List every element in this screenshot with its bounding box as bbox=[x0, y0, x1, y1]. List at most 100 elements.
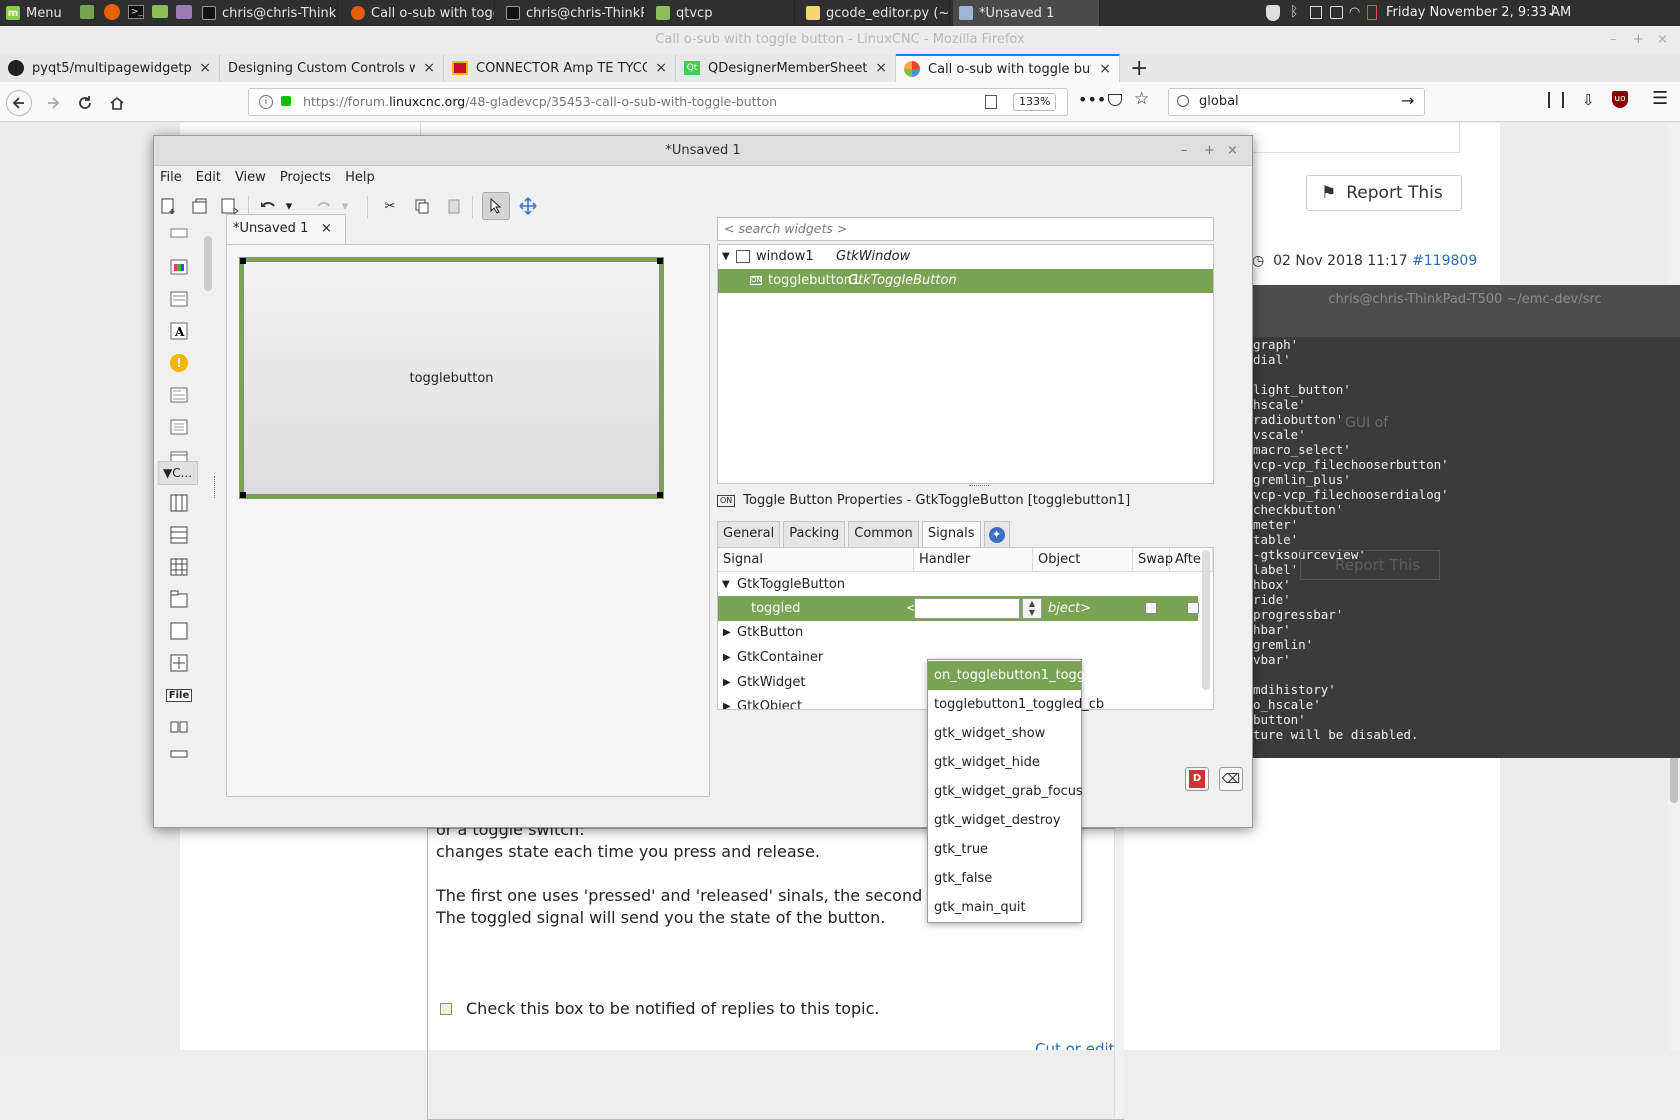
after-checkbox[interactable] bbox=[1187, 602, 1199, 614]
search-go-icon[interactable]: → bbox=[1401, 91, 1414, 110]
tab-common[interactable]: Common bbox=[848, 521, 919, 547]
pane-grip[interactable] bbox=[969, 485, 989, 488]
palette-list-icon[interactable] bbox=[166, 414, 192, 440]
page-actions-icon[interactable]: ••• bbox=[1078, 90, 1106, 109]
palette-toolbar-icon[interactable] bbox=[166, 286, 192, 312]
clock[interactable]: Friday November 2, 9:33 AM bbox=[1386, 0, 1571, 26]
palette-file-icon[interactable]: File bbox=[165, 682, 193, 708]
taskbar-item[interactable]: chris@chris-ThinkPa... bbox=[500, 0, 645, 26]
new-icon[interactable] bbox=[154, 192, 182, 220]
tab-signals[interactable]: Signals bbox=[921, 521, 981, 547]
volume-icon[interactable]: ♪ bbox=[1548, 3, 1557, 19]
window1-preview[interactable]: togglebutton bbox=[239, 257, 664, 499]
taskbar-item-active[interactable]: *Unsaved 1 bbox=[953, 0, 1100, 26]
swap-checkbox[interactable] bbox=[1145, 602, 1157, 614]
select-pointer-icon[interactable] bbox=[482, 192, 510, 220]
handler-option[interactable]: gtk_true bbox=[928, 835, 1081, 864]
tab-close-icon[interactable]: × bbox=[199, 60, 211, 76]
copy-icon[interactable] bbox=[408, 192, 436, 220]
tab-general[interactable]: General bbox=[717, 521, 781, 547]
bluetooth-icon[interactable]: ᛒ bbox=[1290, 4, 1298, 20]
menu-edit[interactable]: Edit bbox=[196, 170, 221, 185]
clear-button[interactable]: ⌫ bbox=[1219, 767, 1243, 791]
files-launcher-icon[interactable] bbox=[152, 5, 168, 18]
handler-option[interactable]: togglebutton1_toggled_cb bbox=[928, 690, 1104, 719]
handler-option[interactable]: gtk_false bbox=[928, 864, 1081, 893]
handler-option[interactable]: gtk_widget_destroy bbox=[928, 806, 1081, 835]
paste-icon[interactable] bbox=[440, 192, 468, 220]
palette-buttonbox-icon[interactable] bbox=[166, 714, 192, 740]
handler-option[interactable]: gtk_widget_show bbox=[928, 719, 1081, 748]
palette-hbox-icon[interactable] bbox=[166, 490, 192, 516]
home-icon[interactable] bbox=[104, 90, 130, 116]
maximize-icon[interactable]: + bbox=[1633, 26, 1644, 54]
handler-option[interactable]: gtk_widget_hide bbox=[928, 748, 1081, 777]
editor-scrollbar[interactable] bbox=[1114, 828, 1124, 1118]
signal-row-toggled[interactable]: toggled < ▲ ▼ bject> bbox=[718, 596, 1199, 621]
col-signal[interactable]: Signal bbox=[718, 548, 914, 572]
show-desktop-icon[interactable] bbox=[80, 5, 94, 19]
taskbar-item[interactable]: Call o-sub with toggl... bbox=[345, 0, 495, 26]
palette-label-icon[interactable]: A bbox=[166, 318, 192, 344]
tab-close-icon[interactable]: × bbox=[875, 60, 887, 76]
expander-arrow-icon[interactable]: ▼ bbox=[722, 572, 730, 597]
drag-resize-icon[interactable] bbox=[514, 192, 542, 220]
resize-handle[interactable] bbox=[240, 258, 246, 264]
pane-grip[interactable] bbox=[214, 476, 218, 498]
taskbar-item[interactable]: gcode_editor.py (~/e... bbox=[800, 0, 950, 26]
browser-tab[interactable]: pyqt5/multipagewidgetplugin × bbox=[0, 54, 220, 82]
devhelp-button[interactable]: D bbox=[1185, 767, 1209, 791]
ublock-icon[interactable]: uo bbox=[1612, 91, 1628, 108]
menu-button[interactable]: m Menu bbox=[0, 0, 74, 26]
minimize-icon[interactable]: – bbox=[1181, 136, 1188, 166]
object-field[interactable]: bject> bbox=[1048, 596, 1091, 621]
info-icon[interactable]: i bbox=[259, 95, 273, 109]
tab-unsaved-1[interactable]: *Unsaved 1 × bbox=[226, 214, 346, 244]
new-tab-icon[interactable]: + bbox=[1130, 56, 1148, 81]
forward-icon[interactable] bbox=[40, 90, 66, 116]
reload-icon[interactable] bbox=[72, 90, 98, 116]
palette-statusbar-icon[interactable] bbox=[166, 741, 192, 767]
search-input[interactable]: global bbox=[1199, 89, 1239, 115]
minimize-icon[interactable]: – bbox=[1610, 26, 1617, 54]
palette-info-icon[interactable]: ! bbox=[166, 350, 192, 376]
shield-icon[interactable] bbox=[1266, 5, 1280, 21]
downloads-icon[interactable]: ⇩ bbox=[1582, 91, 1595, 109]
menu-projects[interactable]: Projects bbox=[280, 170, 331, 185]
expander-arrow-icon[interactable]: ▶ bbox=[723, 670, 731, 695]
close-icon[interactable]: × bbox=[1657, 26, 1668, 54]
expander-arrow-icon[interactable]: ▶ bbox=[723, 694, 731, 709]
resize-handle[interactable] bbox=[657, 492, 663, 498]
browser-tab-active[interactable]: Call o-sub with toggle button - × bbox=[896, 54, 1120, 82]
report-button[interactable]: ⚑ Report This bbox=[1306, 175, 1462, 211]
taskbar-item[interactable]: chris@chris-ThinkPa... bbox=[196, 0, 338, 26]
url-text[interactable]: https://forum.linuxcnc.org/48-gladevcp/3… bbox=[303, 89, 777, 115]
wifi-icon[interactable]: ◠ bbox=[1349, 5, 1360, 20]
expander-arrow-icon[interactable]: ▶ bbox=[723, 620, 731, 645]
search-widgets-input[interactable]: < search widgets > bbox=[717, 217, 1214, 241]
col-object[interactable]: Object bbox=[1033, 548, 1133, 572]
taskbar-item[interactable]: qtvcp bbox=[650, 0, 795, 26]
browser-tab[interactable]: Qt QDesignerMemberSheetExte × bbox=[676, 54, 896, 82]
notify-checkbox[interactable] bbox=[440, 1002, 452, 1015]
back-icon[interactable] bbox=[6, 90, 32, 116]
bookmark-star-icon[interactable]: ☆ bbox=[1134, 89, 1149, 109]
palette-expander[interactable]: ▼C... bbox=[158, 461, 198, 485]
tab-close-icon[interactable]: × bbox=[321, 215, 332, 243]
spin-arrows-icon[interactable]: ▲ ▼ bbox=[1022, 598, 1042, 619]
resize-handle[interactable] bbox=[657, 258, 663, 264]
cut-icon[interactable]: ✂ bbox=[376, 192, 404, 220]
tab-close-icon[interactable]: × bbox=[423, 60, 435, 76]
tree-row-togglebutton1[interactable]: ON togglebutton1 GtkToggleButton bbox=[718, 269, 1213, 293]
palette-frame-widget-icon[interactable] bbox=[166, 618, 192, 644]
close-icon[interactable]: × bbox=[1227, 136, 1238, 166]
terminal-window[interactable]: chris@chris-ThinkPad-T500 ~/emc-dev/src … bbox=[1250, 285, 1680, 758]
col-handler[interactable]: Handler bbox=[914, 548, 1033, 572]
palette-image-icon[interactable] bbox=[166, 254, 192, 280]
tab-accessibility[interactable]: ✦ bbox=[983, 521, 1010, 547]
menu-view[interactable]: View bbox=[235, 170, 266, 185]
tree-row-window1[interactable]: ▼ window1 GtkWindow bbox=[718, 245, 1213, 269]
menu-help[interactable]: Help bbox=[345, 170, 375, 185]
handler-option-selected[interactable]: on_togglebutton1_toggled bbox=[928, 661, 1105, 690]
tab-close-icon[interactable]: × bbox=[655, 60, 667, 76]
